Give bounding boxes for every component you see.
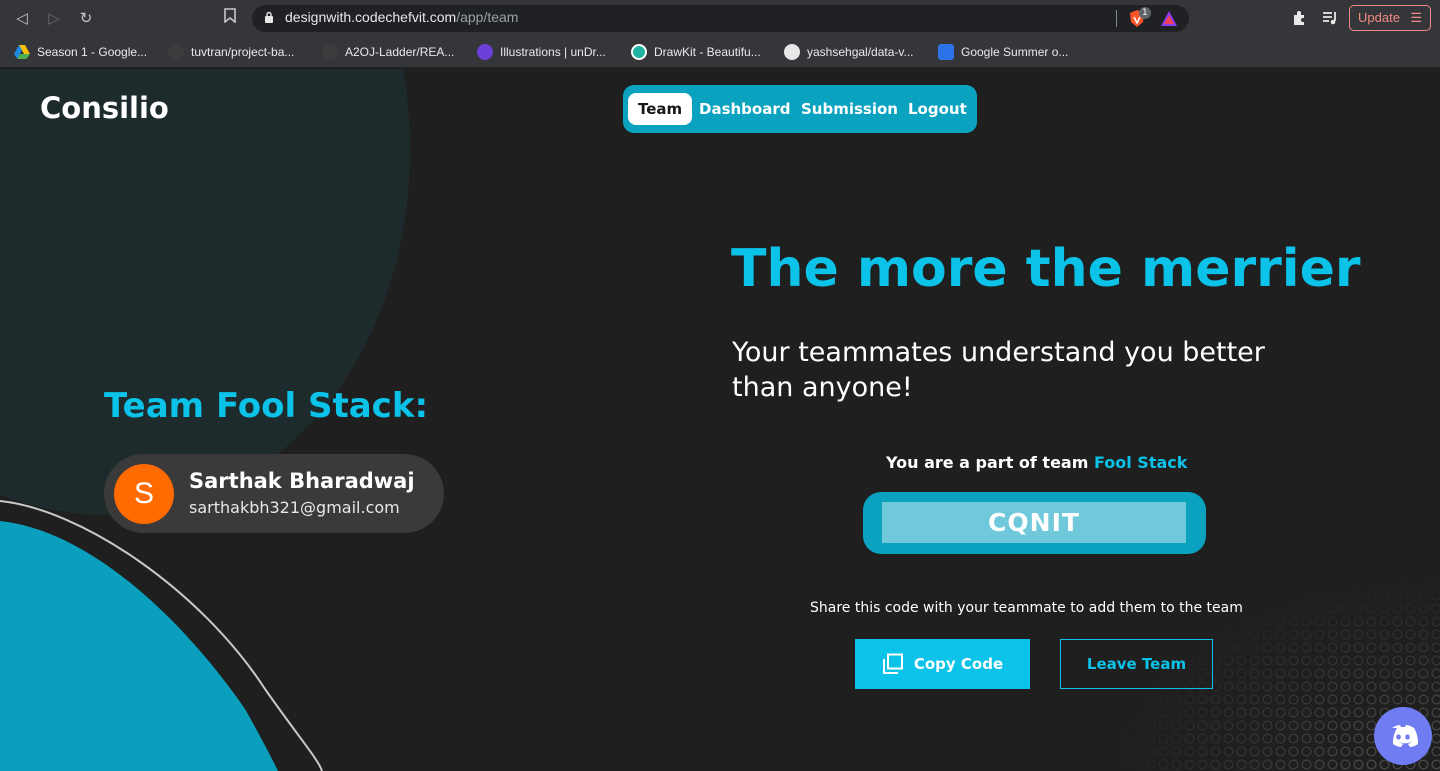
member-card: S Sarthak Bharadwaj sarthakbh321@gmail.c… [104, 454, 444, 533]
address-bar[interactable]: designwith.codechefvit.com/app/team 1 [252, 5, 1189, 32]
reload-icon[interactable]: ↻ [76, 8, 96, 28]
bookmark-item[interactable]: A2OJ-Ladder/REA... [322, 42, 454, 62]
team-membership-text: You are a part of team Fool Stack [886, 453, 1187, 472]
github-icon [322, 44, 338, 60]
member-email: sarthakbh321@gmail.com [189, 498, 400, 517]
back-icon[interactable]: ◁ [12, 8, 32, 28]
copy-icon [882, 653, 903, 674]
team-title: Team Fool Stack: [104, 386, 429, 426]
menu-icon: ☰ [1410, 10, 1422, 25]
github-icon [168, 44, 184, 60]
nav-submission[interactable]: Submission [801, 93, 898, 125]
brave-rewards-icon[interactable] [1160, 10, 1178, 27]
hero-subline: Your teammates understand you better tha… [732, 337, 1265, 403]
discord-icon [1392, 725, 1418, 747]
undraw-icon [477, 44, 493, 60]
copy-code-button[interactable]: Copy Code [855, 639, 1030, 689]
membership-team-name: Fool Stack [1093, 453, 1188, 472]
bookmark-icon[interactable] [220, 8, 240, 28]
member-name: Sarthak Bharadwaj [189, 469, 415, 493]
github-icon [784, 44, 800, 60]
google-drive-icon [14, 45, 30, 59]
copy-code-label: Copy Code [913, 655, 1004, 673]
shield-count-badge: 1 [1139, 7, 1151, 19]
extensions-icon[interactable] [1290, 8, 1310, 28]
discord-button[interactable] [1374, 707, 1432, 765]
nav-logout[interactable]: Logout [908, 93, 967, 125]
bookmark-item[interactable]: Illustrations | unDr... [477, 42, 606, 62]
bookmark-item[interactable]: DrawKit - Beautifu... [631, 42, 761, 62]
membership-prefix: You are a part of team [886, 453, 1089, 472]
bookmark-item[interactable]: Season 1 - Google... [14, 42, 147, 62]
leave-team-button[interactable]: Leave Team [1060, 639, 1213, 689]
bookmark-item[interactable]: yashsehgal/data-v... [784, 42, 914, 62]
page: Consilio Team Dashboard Submission Logou… [0, 69, 1440, 771]
avatar: S [114, 464, 174, 524]
main-nav: Team Dashboard Submission Logout [623, 85, 977, 133]
url-text: designwith.codechefvit.com/app/team [285, 9, 519, 25]
bookmark-item[interactable]: tuvtran/project-ba... [168, 42, 294, 62]
app-logo[interactable]: Consilio [40, 91, 169, 125]
team-code-container: CQNIT [863, 492, 1206, 554]
gsoc-icon [938, 44, 954, 60]
update-button[interactable]: Update ☰ [1349, 5, 1431, 31]
bookmarks-bar: Season 1 - Google... tuvtran/project-ba.… [0, 36, 1440, 68]
browser-toolbar: ◁ ▷ ↻ designwith.codechefvit.com/app/tea… [0, 0, 1440, 36]
bookmark-item[interactable]: Google Summer o... [938, 42, 1068, 62]
forward-icon[interactable]: ▷ [44, 8, 64, 28]
media-queue-icon[interactable] [1320, 8, 1340, 28]
hero-headline: The more the merrier [731, 239, 1361, 299]
drawkit-icon [631, 44, 647, 60]
share-instructions: Share this code with your teammate to ad… [810, 600, 1243, 616]
team-code[interactable]: CQNIT [882, 502, 1186, 543]
lock-icon [265, 11, 273, 23]
nav-dashboard[interactable]: Dashboard [699, 93, 790, 125]
nav-team[interactable]: Team [628, 93, 693, 125]
address-divider [1116, 10, 1117, 27]
